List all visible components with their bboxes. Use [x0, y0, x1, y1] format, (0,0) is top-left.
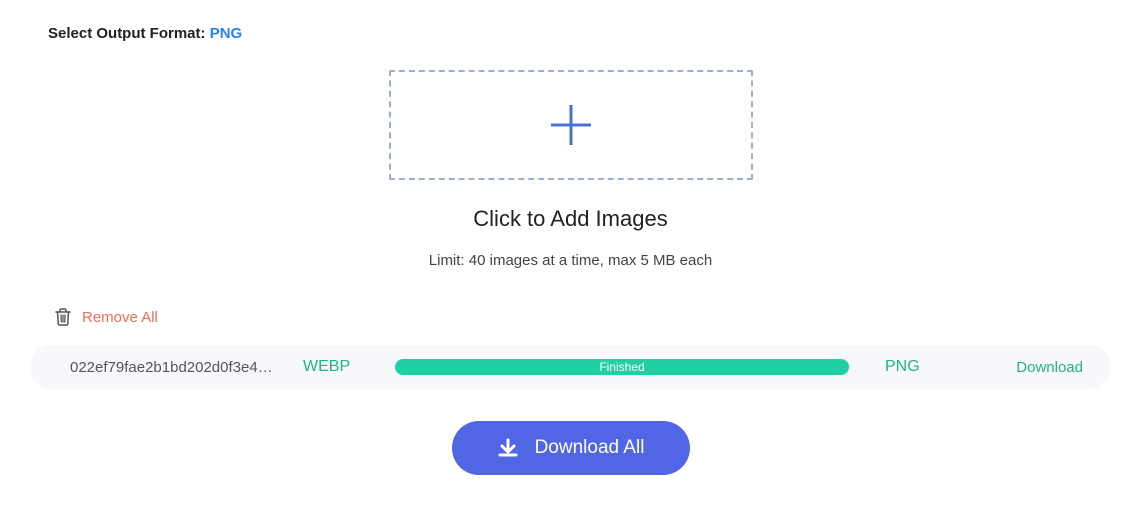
- limit-text: Limit: 40 images at a time, max 5 MB eac…: [30, 252, 1111, 269]
- download-link[interactable]: Download: [953, 359, 1083, 376]
- file-output-format: PNG: [885, 358, 935, 376]
- trash-icon: [54, 307, 72, 327]
- plus-icon: [545, 99, 597, 151]
- progress-status: Finished: [599, 360, 644, 374]
- file-source-format: WEBP: [303, 358, 363, 376]
- output-format-value[interactable]: PNG: [210, 25, 243, 42]
- file-row: 022ef79fae2b1bd202d0f3e4… WEBP Finished …: [30, 345, 1111, 389]
- download-all-button[interactable]: Download All: [452, 421, 690, 475]
- progress-wrap: Finished: [395, 359, 849, 375]
- remove-all-label: Remove All: [82, 309, 158, 326]
- progress-bar: Finished: [395, 359, 849, 375]
- add-images-title: Click to Add Images: [30, 206, 1111, 232]
- remove-all-button[interactable]: Remove All: [54, 307, 1111, 327]
- output-format-label: Select Output Format:: [48, 25, 210, 42]
- add-images-dropzone[interactable]: [389, 70, 753, 180]
- output-format-row: Select Output Format: PNG: [48, 25, 1111, 42]
- download-all-label: Download All: [535, 437, 645, 459]
- download-icon: [497, 437, 519, 459]
- file-name: 022ef79fae2b1bd202d0f3e4…: [70, 359, 285, 376]
